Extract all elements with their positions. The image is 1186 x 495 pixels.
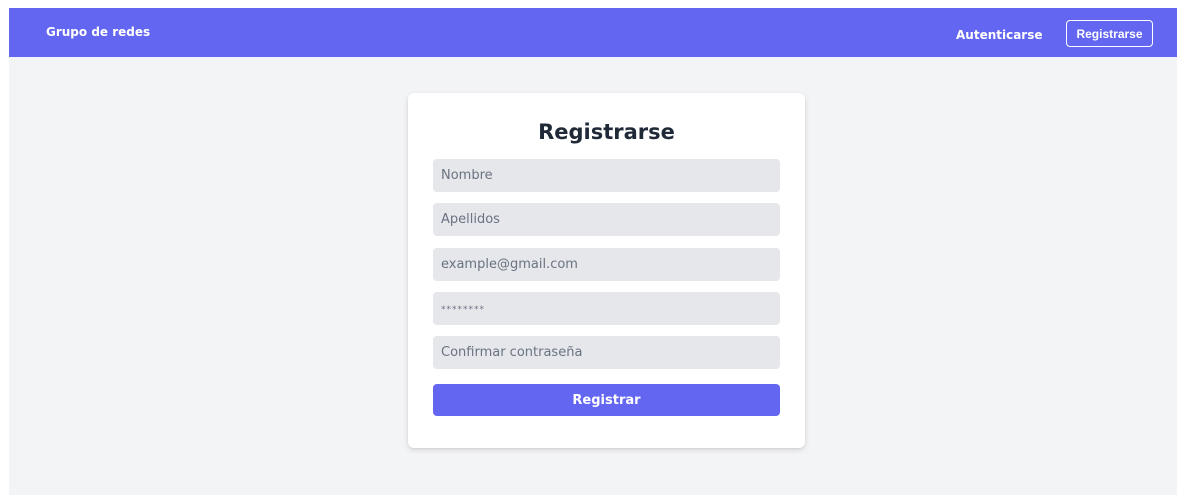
register-card: Registrarse Registrar [408,93,805,448]
brand-title: Grupo de redes [46,25,151,39]
register-nav-button[interactable]: Registrarse [1066,20,1153,47]
app-root: Grupo de redes Autenticarse Registrarse … [9,8,1177,495]
top-navbar: Grupo de redes Autenticarse Registrarse [9,8,1177,57]
form-title: Registrarse [538,120,675,144]
submit-register-button[interactable]: Registrar [433,384,780,416]
first-name-input[interactable] [433,159,780,192]
confirm-password-input[interactable] [433,336,780,369]
last-name-input[interactable] [433,203,780,236]
password-input[interactable] [433,292,780,325]
email-input[interactable] [433,248,780,281]
login-link[interactable]: Autenticarse [956,27,1043,43]
